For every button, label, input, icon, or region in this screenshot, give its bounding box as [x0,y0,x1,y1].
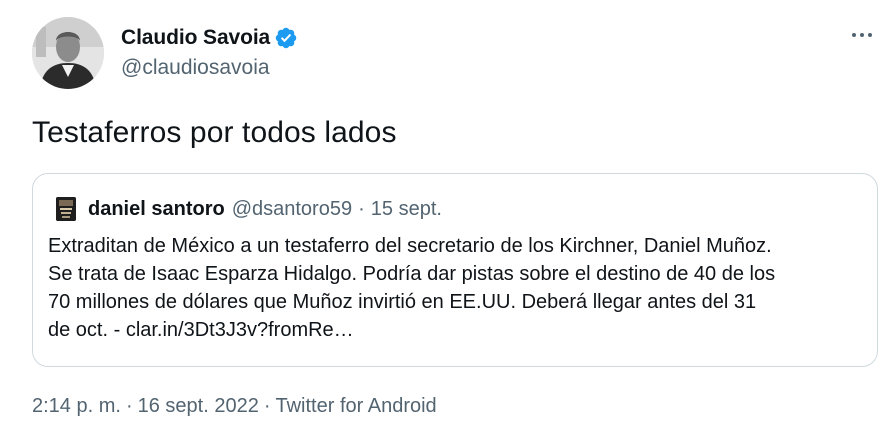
author-avatar[interactable] [32,17,104,89]
meta-separator: · [125,395,133,417]
quoted-tweet-header: daniel santoro @dsantoro59 · 15 sept. [56,196,442,222]
tweet-text: Testaferros por todos lados [32,116,397,149]
author-display-name[interactable]: Claudio Savoia [121,26,270,50]
author-handle[interactable]: @claudiosavoia [121,56,270,80]
tweet-metadata: 2:14 p. m. · 16 sept. 2022 · Twitter for And… [32,395,437,418]
meta-separator: · [263,395,271,417]
quoted-tweet-card[interactable]: daniel santoro @dsantoro59 · 15 sept. Ex… [32,173,878,367]
quoted-separator: · [358,197,365,220]
quoted-author-handle[interactable]: @dsantoro59 [232,198,352,221]
tweet-time[interactable]: 2:14 p. m. [32,395,121,417]
tweet: Claudio Savoia @claudiosavoia Testaferro… [0,0,885,432]
quoted-text-line: Extraditan de México a un testaferro del… [48,235,772,257]
author-name-row: Claudio Savoia [121,25,298,51]
more-dot [860,33,864,37]
verified-badge-icon [274,26,298,50]
quoted-text-line: 70 millones de dólares que Muñoz invirti… [48,291,757,313]
more-dot [868,33,872,37]
more-options-button[interactable] [847,22,877,48]
quoted-author-avatar [56,197,76,221]
quoted-text-line: de oct. - clar.in/3Dt3J3v?fromRe… [48,319,354,341]
quoted-date[interactable]: 15 sept. [371,198,442,221]
more-horizontal-icon [852,33,856,37]
tweet-source[interactable]: Twitter for Android [276,395,437,417]
tweet-date[interactable]: 16 sept. 2022 [138,395,259,417]
quoted-author-name[interactable]: daniel santoro [88,198,225,221]
quoted-tweet-text: Extraditan de México a un testaferro del… [48,232,868,344]
quoted-text-line: Se trata de Isaac Esparza Hidalgo. Podrí… [48,263,776,285]
